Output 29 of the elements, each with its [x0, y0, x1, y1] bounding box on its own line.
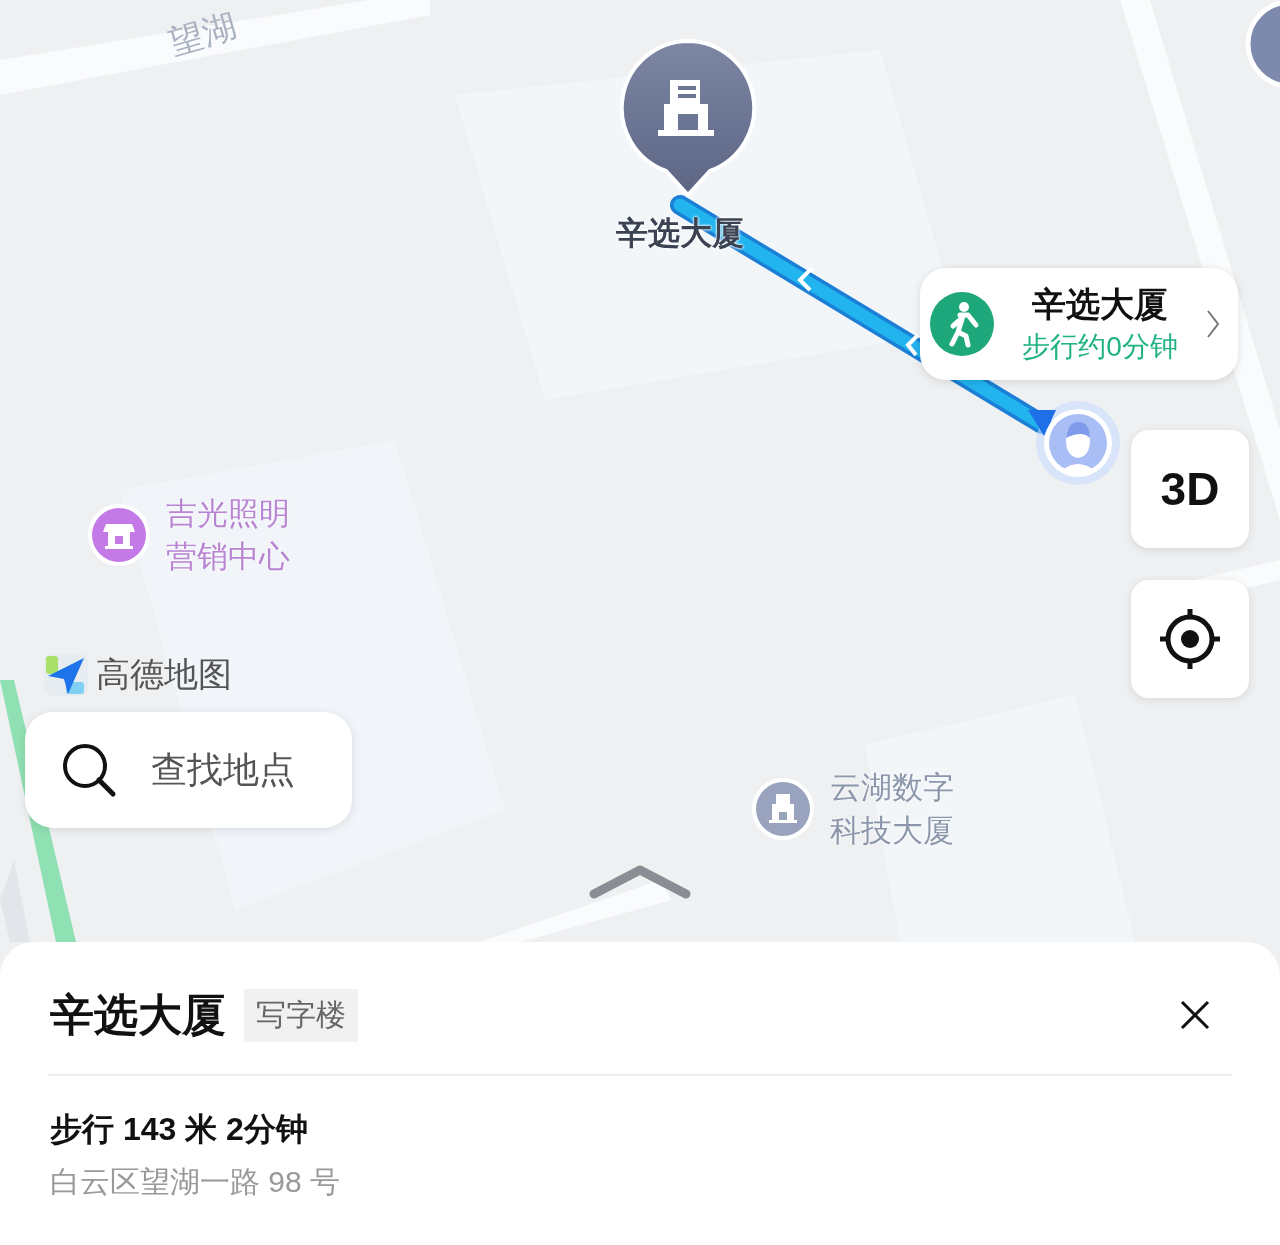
route-card-title: 辛选大厦: [1032, 284, 1168, 325]
close-button[interactable]: [1178, 998, 1212, 1032]
category-tag: 写字楼: [244, 988, 358, 1042]
close-icon: [1178, 998, 1212, 1032]
building-icon[interactable]: [750, 776, 816, 842]
poi-label: 云湖数字 科技大厦: [830, 769, 954, 850]
destination-label: 辛选大厦: [616, 214, 744, 253]
search-field[interactable]: 查找地点: [151, 749, 331, 791]
chevron-right-icon: [1206, 309, 1220, 339]
poi-label: 吉光照明 营销中心: [166, 495, 290, 576]
search-icon: [61, 742, 117, 798]
logo-icon: [44, 652, 90, 698]
building-pin-icon[interactable]: [619, 39, 757, 197]
locate-icon: [1157, 606, 1223, 672]
locate-button[interactable]: [1131, 580, 1249, 698]
shop-icon[interactable]: [86, 502, 152, 568]
street-label: 望湖: [164, 5, 242, 64]
user-location-icon: [1028, 401, 1120, 485]
place-title: 辛选大厦: [50, 988, 226, 1041]
walk-distance: 步行 143 米 2分钟: [50, 1110, 308, 1149]
address: 白云区望湖一路 98 号: [50, 1164, 341, 1200]
expand-handle-icon[interactable]: [589, 865, 691, 899]
walk-time: 步行约0分钟: [1022, 330, 1178, 364]
walking-person-icon: [930, 292, 994, 356]
logo-text: 高德地图: [96, 654, 232, 695]
search-bar[interactable]: 查找地点: [25, 712, 352, 828]
route-card[interactable]: 辛选大厦 步行约0分钟: [920, 268, 1238, 380]
map-button-icon[interactable]: [1245, 0, 1280, 89]
3d-button[interactable]: 3D: [1131, 430, 1249, 548]
